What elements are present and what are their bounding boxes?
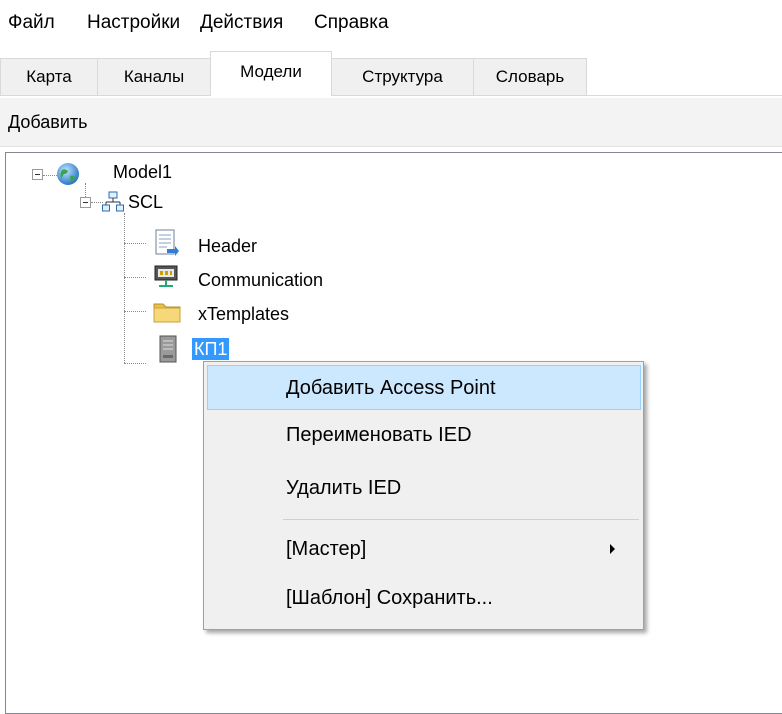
tree-node-communication[interactable]: Communication <box>198 269 323 291</box>
menu-item-label: Переименовать IED <box>286 424 472 446</box>
tab-strip-border <box>0 95 782 96</box>
menu-item-save-template[interactable]: [Шаблон] Сохранить... <box>207 576 641 621</box>
tab-dictionary[interactable]: Словарь <box>473 58 587 95</box>
tab-channels[interactable]: Каналы <box>97 58 211 95</box>
menu-file[interactable]: Файл <box>8 12 55 34</box>
tree-node-xtemplates[interactable]: xTemplates <box>198 303 289 325</box>
menu-item-label: Удалить IED <box>286 477 402 499</box>
toolbar: Добавить <box>0 98 782 147</box>
tree-node-kp1[interactable]: КП1 <box>192 338 230 360</box>
tree-connector <box>43 175 57 176</box>
network-card-icon <box>153 263 179 296</box>
server-icon <box>158 335 178 368</box>
menu-actions[interactable]: Действия <box>200 12 283 34</box>
tree-connector <box>124 243 146 244</box>
tree-connector <box>124 213 125 363</box>
network-icon <box>102 191 124 218</box>
menu-item-add-access-point[interactable]: Добавить Access Point <box>207 365 641 410</box>
menu-item-wizard[interactable]: [Мастер] <box>207 527 641 572</box>
tree-connector <box>124 277 146 278</box>
tab-map[interactable]: Карта <box>0 58 98 95</box>
collapse-toggle-scl[interactable] <box>80 197 91 208</box>
document-icon <box>153 229 179 262</box>
tree-connector <box>124 311 146 312</box>
tree-node-model1[interactable]: Model1 <box>113 161 172 183</box>
tab-strip: Карта Каналы Модели Структура Словарь <box>0 51 782 97</box>
context-menu: Добавить Access Point Переименовать IED … <box>203 361 644 630</box>
tree-node-header[interactable]: Header <box>198 235 257 257</box>
tab-structure[interactable]: Структура <box>331 58 474 95</box>
menu-item-rename-ied[interactable]: Переименовать IED <box>207 413 641 458</box>
tab-models[interactable]: Модели <box>210 51 332 96</box>
collapse-toggle-model1[interactable] <box>32 169 43 180</box>
menu-item-label: [Шаблон] Сохранить... <box>286 587 493 609</box>
menu-item-label: Добавить Access Point <box>286 377 496 399</box>
menu-settings[interactable]: Настройки <box>87 12 180 34</box>
menu-bar: Файл Настройки Действия Справка <box>0 0 782 46</box>
submenu-arrow-icon <box>610 544 615 554</box>
add-button[interactable]: Добавить <box>8 111 88 133</box>
menu-separator <box>283 519 639 520</box>
globe-icon <box>56 162 80 191</box>
menu-item-delete-ied[interactable]: Удалить IED <box>207 466 641 511</box>
menu-help[interactable]: Справка <box>314 12 389 34</box>
menu-item-label: [Мастер] <box>286 538 367 560</box>
tree-node-scl[interactable]: SCL <box>128 191 163 213</box>
tree-connector <box>124 363 146 364</box>
folder-icon <box>153 301 181 328</box>
